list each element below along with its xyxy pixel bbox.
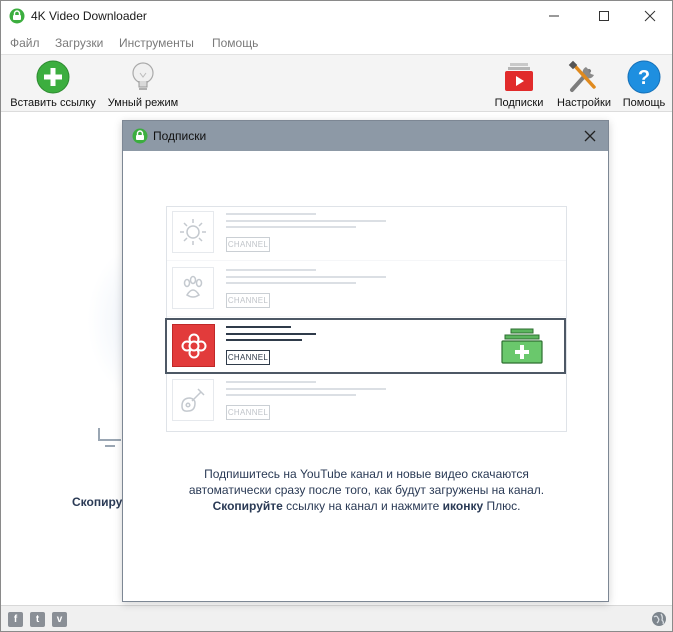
icon-bold-text: иконку (442, 499, 484, 513)
main-hint-text: Скопиру (72, 495, 123, 509)
paste-link-button[interactable]: Вставить ссылку (7, 55, 99, 113)
close-icon (644, 10, 656, 22)
paste-link-label: Вставить ссылку (10, 97, 96, 109)
dialog-description: Подпишитесь на YouTube канал и новые вид… (143, 466, 590, 514)
svg-text:?: ? (638, 67, 650, 89)
channel-row-sun: CHANNEL (167, 207, 566, 261)
close-button[interactable] (627, 1, 673, 31)
subscriptions-illustration: CHANNEL CHANNEL CHANNEL CHANNEL (165, 206, 567, 432)
twitter-icon[interactable]: t (30, 612, 45, 627)
smart-mode-label: Умный режим (107, 97, 179, 109)
help-label: Помощь (622, 97, 666, 109)
channel-row-guitar: CHANNEL (167, 375, 566, 429)
guitar-icon (172, 379, 214, 421)
question-icon: ? (627, 60, 661, 94)
maximize-icon (599, 11, 609, 21)
settings-label: Настройки (557, 97, 611, 109)
description-line-3: Скопируйте ссылку на канал и нажмите ико… (212, 499, 521, 513)
close-icon (584, 130, 596, 142)
wrench-screwdriver-icon (568, 60, 596, 92)
subscriptions-label: Подписки (494, 97, 544, 109)
window-title: 4K Video Downloader (31, 9, 147, 23)
menu-file[interactable]: Файл (10, 36, 40, 50)
description-line-2: автоматически сразу после того, как буду… (188, 483, 545, 497)
smart-mode-button[interactable]: Умный режим (105, 55, 181, 113)
app-window: 4K Video Downloader Файл Загрузки Инстру… (0, 0, 673, 632)
dialog-title-bar[interactable]: Подписки (123, 121, 608, 151)
flower-icon (172, 324, 215, 367)
channel-tag: CHANNEL (226, 350, 270, 365)
status-bar: f t v (1, 605, 672, 631)
subscriptions-icon (505, 63, 533, 91)
subscribe-plus-icon (501, 328, 543, 364)
settings-button[interactable]: Настройки (553, 55, 615, 113)
menu-help[interactable]: Помощь (212, 36, 258, 50)
dialog-title: Подписки (153, 129, 207, 143)
menu-tools[interactable]: Инструменты (119, 36, 194, 50)
channel-tag: CHANNEL (226, 237, 270, 252)
app-logo-icon (9, 8, 25, 24)
facebook-icon[interactable]: f (8, 612, 23, 627)
copy-bold-text: Скопируйте (212, 499, 283, 513)
dialog-close-button[interactable] (579, 125, 601, 147)
minimize-button[interactable] (531, 1, 577, 31)
vimeo-icon[interactable]: v (52, 612, 67, 627)
maximize-button[interactable] (581, 1, 627, 31)
background-tv-icon (98, 428, 121, 447)
sun-icon (172, 211, 214, 253)
lightbulb-icon (132, 62, 154, 90)
subscriptions-dialog: Подписки CHANNEL CHANNEL CHANNEL CHANNEL… (122, 120, 609, 602)
paw-icon (172, 267, 214, 309)
menu-bar: Файл Загрузки Инструменты Помощь (1, 33, 672, 53)
toolbar: Вставить ссылку Умный режим Подписки Нас… (1, 54, 672, 112)
globe-icon[interactable] (651, 611, 667, 627)
help-button[interactable]: ? Помощь (619, 55, 669, 113)
menu-downloads[interactable]: Загрузки (55, 36, 103, 50)
minimize-icon (549, 15, 559, 17)
channel-row-active: CHANNEL (165, 318, 566, 374)
subscriptions-button[interactable]: Подписки (491, 55, 547, 113)
paste-plus-icon (36, 60, 70, 94)
channel-tag: CHANNEL (226, 293, 270, 308)
title-bar[interactable]: 4K Video Downloader (1, 1, 672, 31)
channel-tag: CHANNEL (226, 405, 270, 420)
description-line-1: Подпишитесь на YouTube канал и новые вид… (204, 467, 529, 481)
channel-row-paw: CHANNEL (167, 263, 566, 317)
dialog-app-icon (132, 128, 148, 144)
